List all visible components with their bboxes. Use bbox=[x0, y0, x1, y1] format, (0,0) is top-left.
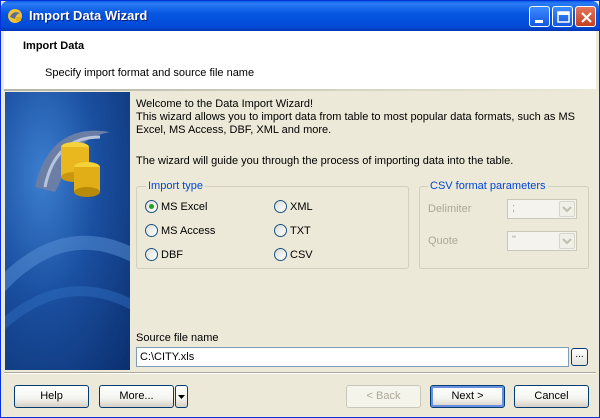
help-button[interactable]: Help bbox=[14, 385, 89, 408]
radio-csv-circle[interactable] bbox=[274, 248, 287, 261]
page-subtitle: Specify import format and source file na… bbox=[45, 67, 255, 79]
delimiter-select[interactable]: ; bbox=[507, 199, 577, 219]
radio-dbf-label: DBF bbox=[161, 248, 183, 261]
wizard-banner-image bbox=[5, 92, 130, 370]
maximize-icon bbox=[557, 11, 570, 23]
quote-value: " bbox=[512, 234, 516, 246]
quote-label: Quote bbox=[428, 235, 458, 247]
import-type-legend: Import type bbox=[146, 180, 206, 192]
radio-ms-access[interactable]: MS Access bbox=[145, 224, 215, 237]
radio-ms-access-circle[interactable] bbox=[145, 224, 158, 237]
radio-ms-excel-label: MS Excel bbox=[161, 200, 208, 213]
radio-ms-access-label: MS Access bbox=[161, 224, 216, 237]
csv-parameters-group: CSV format parameters Delimiter ; Quote … bbox=[419, 180, 589, 269]
radio-xml[interactable]: XML bbox=[274, 200, 313, 213]
cancel-button[interactable]: Cancel bbox=[514, 385, 589, 408]
source-file-input[interactable]: C:\CITY.xls bbox=[136, 347, 569, 367]
wizard-header: Import Data Specify import format and so… bbox=[4, 31, 596, 89]
radio-dbf-circle[interactable] bbox=[145, 248, 158, 261]
delimiter-label: Delimiter bbox=[428, 203, 472, 215]
welcome-text: Welcome to the Data Import Wizard! This … bbox=[136, 98, 591, 137]
back-button[interactable]: < Back bbox=[346, 385, 421, 408]
radio-xml-label: XML bbox=[290, 200, 313, 213]
next-button[interactable]: Next > bbox=[430, 385, 505, 408]
radio-txt-circle[interactable] bbox=[274, 224, 287, 237]
page-title: Import Data bbox=[23, 40, 85, 52]
csv-parameters-legend: CSV format parameters bbox=[428, 180, 548, 192]
quote-dropdown-arrow[interactable] bbox=[559, 233, 575, 249]
import-wizard-window: Import Data Wizard Import Data Specify i… bbox=[0, 0, 600, 418]
radio-csv[interactable]: CSV bbox=[274, 248, 313, 261]
caret-down-icon bbox=[178, 395, 185, 399]
delimiter-value: ; bbox=[512, 202, 516, 214]
window-title: Import Data Wizard bbox=[29, 8, 148, 23]
app-dolphin-icon bbox=[8, 9, 22, 23]
chevron-down-icon bbox=[562, 238, 572, 245]
browse-button[interactable]: ... bbox=[571, 348, 588, 366]
radio-txt[interactable]: TXT bbox=[274, 224, 311, 237]
close-icon bbox=[581, 12, 592, 23]
source-file-label: Source file name bbox=[136, 332, 219, 344]
delimiter-dropdown-arrow[interactable] bbox=[559, 201, 575, 217]
minimize-button[interactable] bbox=[529, 6, 550, 27]
quote-select[interactable]: " bbox=[507, 231, 577, 251]
maximize-button[interactable] bbox=[552, 6, 573, 27]
close-button[interactable] bbox=[575, 6, 596, 27]
chevron-down-icon bbox=[562, 206, 572, 213]
header-divider bbox=[4, 89, 596, 91]
more-button[interactable]: More... bbox=[99, 385, 174, 408]
source-file-label-text: Source file name bbox=[136, 332, 219, 344]
radio-dbf[interactable]: DBF bbox=[145, 248, 183, 261]
title-bar[interactable]: Import Data Wizard bbox=[1, 1, 599, 31]
welcome-line-1: Welcome to the Data Import Wizard! bbox=[136, 98, 314, 110]
radio-csv-label: CSV bbox=[290, 248, 313, 261]
radio-ms-excel[interactable]: MS Excel bbox=[145, 200, 207, 213]
welcome-line-2: This wizard allows you to import data fr… bbox=[136, 111, 575, 123]
radio-txt-label: TXT bbox=[290, 224, 311, 237]
footer-divider bbox=[4, 372, 596, 374]
guide-text: The wizard will guide you through the pr… bbox=[136, 155, 514, 167]
dolphin-database-icon bbox=[5, 130, 130, 330]
import-type-group: Import type MS Excel MS Access DBF XML T… bbox=[136, 180, 409, 269]
radio-ms-excel-circle[interactable] bbox=[145, 200, 158, 213]
radio-xml-circle[interactable] bbox=[274, 200, 287, 213]
welcome-line-3: Excel, MS Access, DBF, XML and more. bbox=[136, 124, 332, 136]
more-dropdown-button[interactable] bbox=[175, 385, 188, 408]
minimize-icon bbox=[535, 20, 543, 23]
